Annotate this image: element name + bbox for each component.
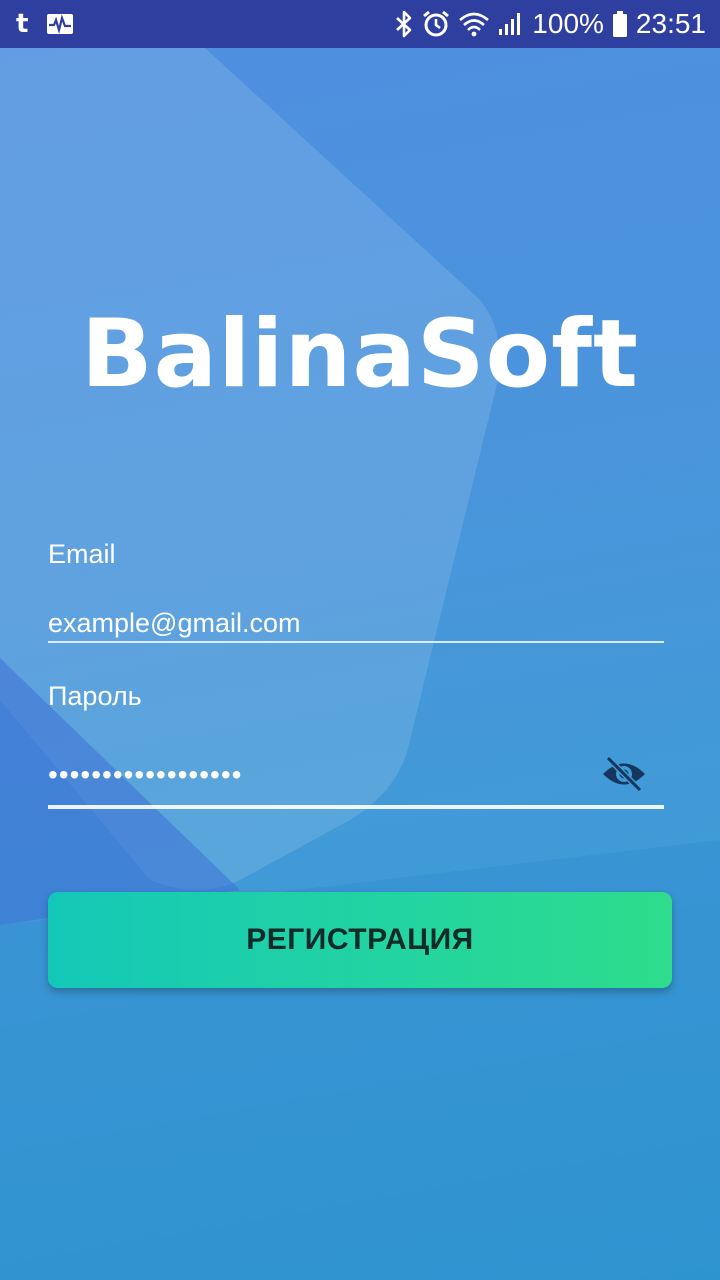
password-visibility-toggle[interactable] bbox=[600, 754, 648, 794]
bluetooth-icon bbox=[394, 10, 414, 38]
tumblr-icon: t bbox=[16, 9, 29, 39]
battery-percent: 100% bbox=[532, 8, 604, 39]
status-right-icons: 100% 23:51 bbox=[394, 8, 706, 40]
registration-screen: t 100% 23:51 BalinaSoft Email example@gm… bbox=[0, 0, 720, 1280]
clock-time: 23:51 bbox=[635, 8, 706, 39]
battery-icon bbox=[612, 10, 628, 38]
email-underline bbox=[48, 641, 664, 643]
password-label: Пароль bbox=[48, 681, 142, 711]
register-button[interactable]: РЕГИСТРАЦИЯ bbox=[48, 892, 672, 988]
app-logo: BalinaSoft bbox=[81, 300, 639, 409]
email-label: Email bbox=[48, 539, 116, 569]
password-underline bbox=[48, 805, 664, 809]
signal-icon bbox=[498, 11, 524, 37]
password-field[interactable] bbox=[48, 752, 664, 798]
email-field[interactable] bbox=[48, 605, 664, 641]
activity-icon bbox=[46, 12, 74, 36]
wifi-icon bbox=[458, 11, 490, 37]
eye-off-icon bbox=[601, 755, 647, 793]
status-left-icons: t bbox=[16, 11, 74, 37]
alarm-icon bbox=[422, 10, 450, 38]
status-bar: t 100% 23:51 bbox=[0, 0, 720, 48]
